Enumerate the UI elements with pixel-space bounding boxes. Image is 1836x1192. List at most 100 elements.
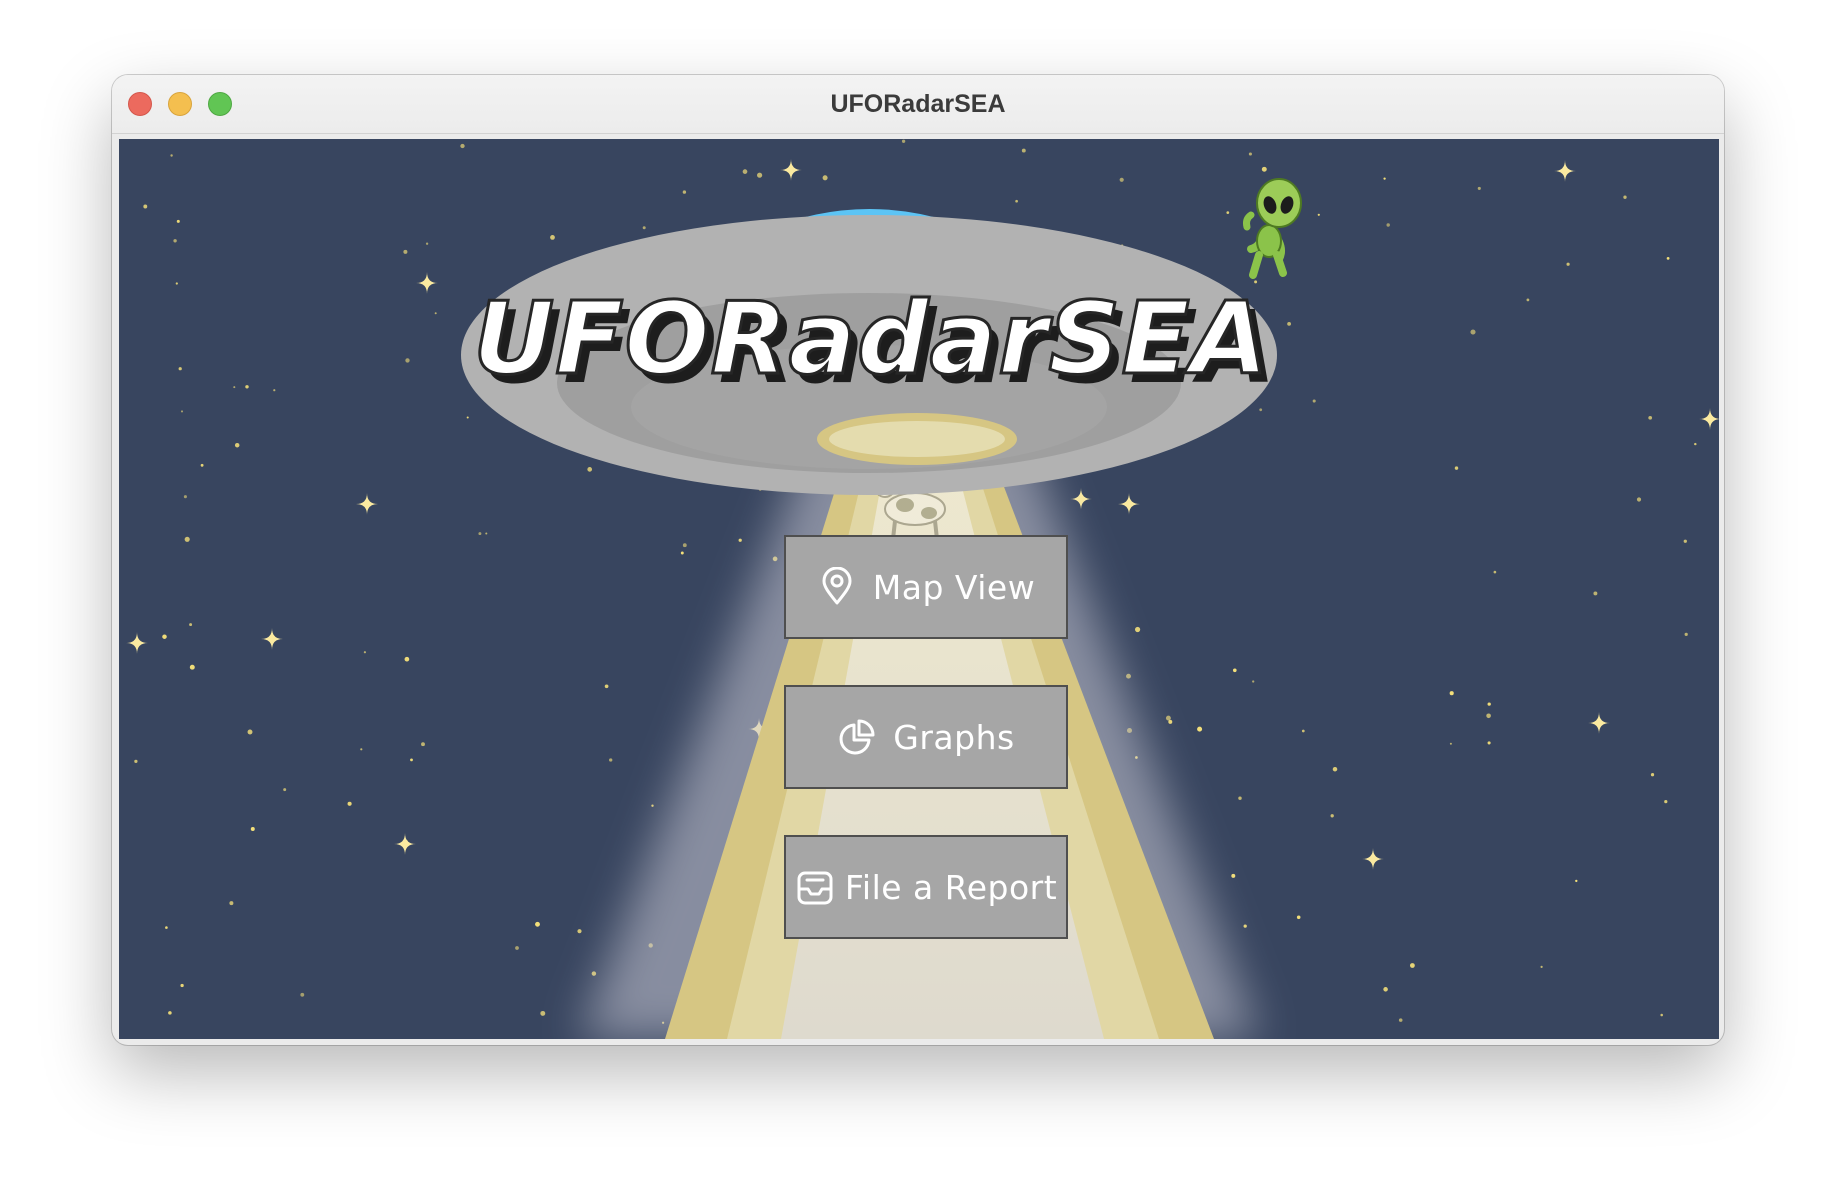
star-dot [609,758,613,762]
star-dot [180,983,184,988]
alien-icon [1243,178,1302,279]
star-dot [173,239,177,243]
star-dot [604,684,609,689]
star-dot [250,827,255,831]
star-dot [515,946,519,950]
graphs-button[interactable]: Graphs [784,685,1068,789]
star-dot [178,367,182,371]
star-dot [1252,680,1255,683]
file-report-button[interactable]: File a Report [784,835,1068,939]
star-dot [165,926,168,929]
star-dot [180,410,184,413]
star-dot [577,929,582,934]
logo-text: UFORadarSEA [473,280,1269,397]
star-dot [189,664,195,670]
star-dot [1694,442,1697,446]
star-dot [1301,729,1305,733]
star-dot [410,758,413,762]
star-dot [1168,719,1173,724]
map-view-button[interactable]: Map View [784,535,1068,639]
star-dot [1383,177,1386,180]
star-dot [162,634,167,639]
star-dot [1477,186,1481,190]
star-dot [1248,152,1252,156]
star-dot [247,729,253,735]
star-dot [1470,329,1476,335]
star-dot [1566,262,1570,266]
star-dot [1540,965,1543,969]
star-dot [460,143,465,149]
star-dot [1486,713,1491,719]
star-dot [901,139,906,143]
star-dot [1119,177,1124,182]
star-dot [184,536,190,542]
pie-chart-icon [837,717,877,757]
app-window: UFORadarSEA UFORadarSEA UFORadarSEA Map … [112,75,1724,1045]
star-dot [1243,924,1247,928]
star-dot [1135,626,1141,633]
star-dot [1332,766,1338,772]
star-dot [742,169,748,174]
star-dot [1593,591,1598,596]
home-screen: UFORadarSEA UFORadarSEA Map View Graphs [119,139,1719,1039]
star-dot [680,551,684,555]
star-dot [233,386,236,389]
star-dot [682,543,687,548]
star-dot [1648,415,1653,420]
star-dot [1232,668,1237,673]
star-dot [300,992,305,997]
title-bar[interactable]: UFORadarSEA [112,75,1724,134]
star-sparkle [1362,848,1384,870]
star-sparkle [356,493,378,515]
star-dot [1383,987,1388,992]
star-dot [1312,399,1316,403]
star-dot [540,1010,546,1016]
star-dot [176,219,180,223]
star-sparkle [394,833,416,855]
star-dot [1636,497,1642,502]
star-dot [1386,223,1390,227]
star-dot [587,467,593,472]
star-dot [1683,539,1687,543]
star-sparkle [126,632,148,654]
star-sparkle [416,272,438,294]
star-dot [421,742,425,747]
star-dot [1238,796,1242,800]
star-dot [1330,814,1334,818]
star-dot [363,651,367,654]
star-dot [1165,715,1171,721]
star-dot [1493,570,1497,574]
star-dot [1398,1018,1403,1022]
star-dot [1449,691,1454,696]
star-dot [1261,166,1267,172]
star-dot [170,154,173,157]
star-dot [478,532,482,536]
star-dot [273,389,276,392]
star-dot [682,190,687,194]
star-dot [347,801,352,806]
star-dot [404,656,410,662]
star-dot [822,175,828,181]
star-dot [1287,322,1291,326]
star-dot [360,748,363,751]
star-dot [1021,148,1026,153]
star-dot [485,532,488,535]
star-dot [1410,963,1415,968]
star-dot [642,226,646,230]
star-dot [168,1011,172,1015]
star-dot [1317,213,1320,216]
star-dot [1526,298,1530,302]
star-dot [1487,741,1491,745]
star-dot [403,249,408,254]
star-dot [1231,873,1236,878]
star-dot [1226,211,1230,214]
star-dot [535,921,540,927]
star-dot [1454,466,1459,470]
star-sparkle [261,628,283,650]
star-dot [1660,1013,1663,1017]
star-sparkle [1118,493,1140,515]
window-title: UFORadarSEA [830,90,1006,118]
star-dot [425,242,429,245]
star-dot [1197,726,1203,732]
star-dot [1449,742,1452,745]
